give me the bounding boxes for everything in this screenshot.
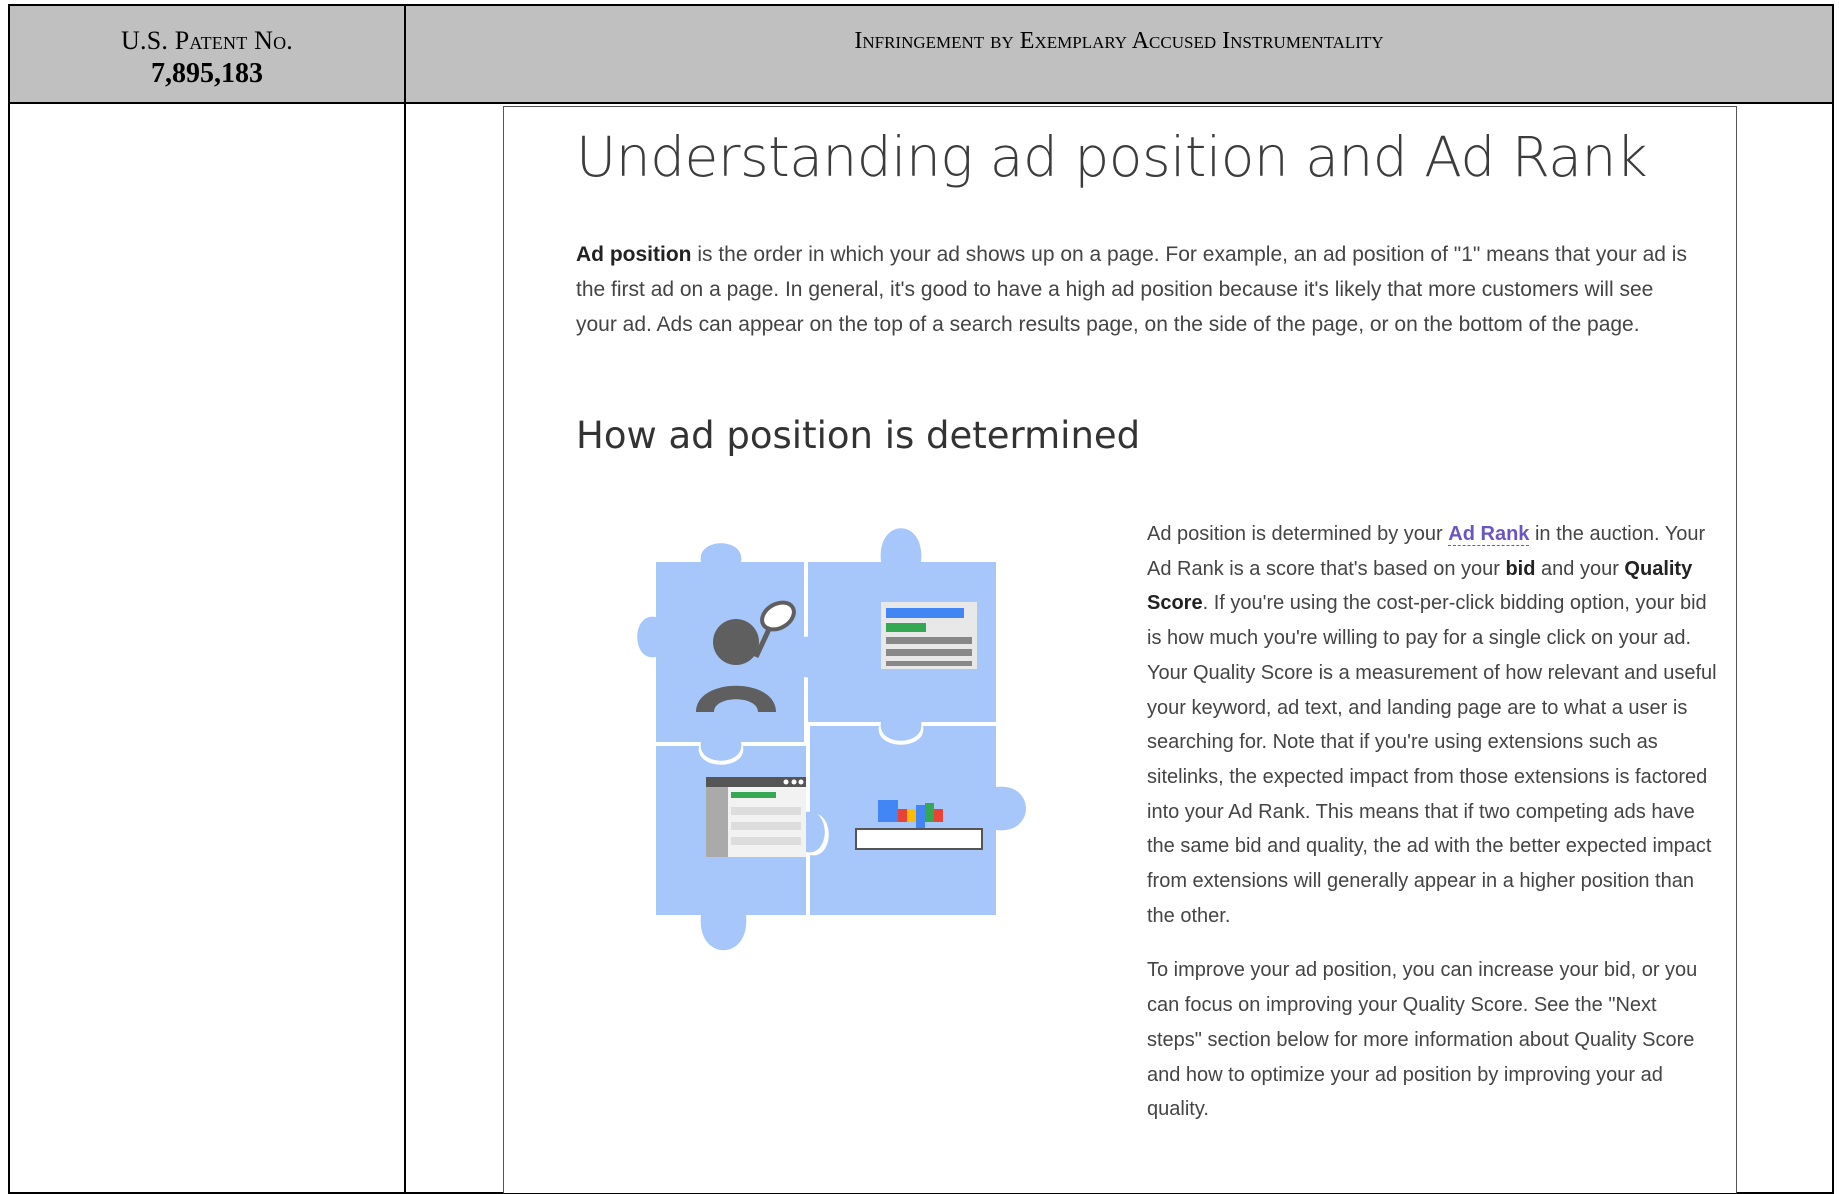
patent-number: 7,895,183 xyxy=(151,58,263,89)
patent-number-header: U.S. Patent No. 7,895,183 xyxy=(10,6,404,102)
table-header-row: U.S. Patent No. 7,895,183 Infringement b… xyxy=(10,6,1832,104)
p3-text: and your xyxy=(1535,557,1625,580)
p4-text: . If you're using the cost-per-click bid… xyxy=(1147,592,1717,927)
page-title: Understanding ad position and Ad Rank xyxy=(576,125,1648,189)
explanation-column: Ad position is determined by your Ad Ran… xyxy=(1147,517,1717,1147)
column-divider xyxy=(404,6,406,1192)
section-heading: How ad position is determined xyxy=(576,414,1141,457)
improve-position-paragraph: To improve your ad position, you can inc… xyxy=(1147,959,1698,1121)
intro-paragraph: Ad position is the order in which your a… xyxy=(576,237,1696,342)
p1-text: Ad position is determined by your xyxy=(1147,523,1449,545)
patent-label: U.S. Patent No. xyxy=(121,26,293,55)
intro-text: is the order in which your ad shows up o… xyxy=(576,243,1687,336)
puzzle-illustration xyxy=(637,528,1026,951)
bid-term: bid xyxy=(1505,557,1536,580)
ad-rank-link[interactable]: Ad Rank xyxy=(1448,523,1530,546)
browser-window-icon xyxy=(706,777,806,857)
ad-listing-icon xyxy=(881,602,977,669)
infringement-header: Infringement by Exemplary Accused Instru… xyxy=(854,28,1384,54)
intro-term: Ad position xyxy=(576,243,692,266)
ad-rank-paragraph: Ad position is determined by your Ad Ran… xyxy=(1147,517,1717,933)
embedded-screenshot: Understanding ad position and Ad Rank Ad… xyxy=(503,106,1737,1193)
